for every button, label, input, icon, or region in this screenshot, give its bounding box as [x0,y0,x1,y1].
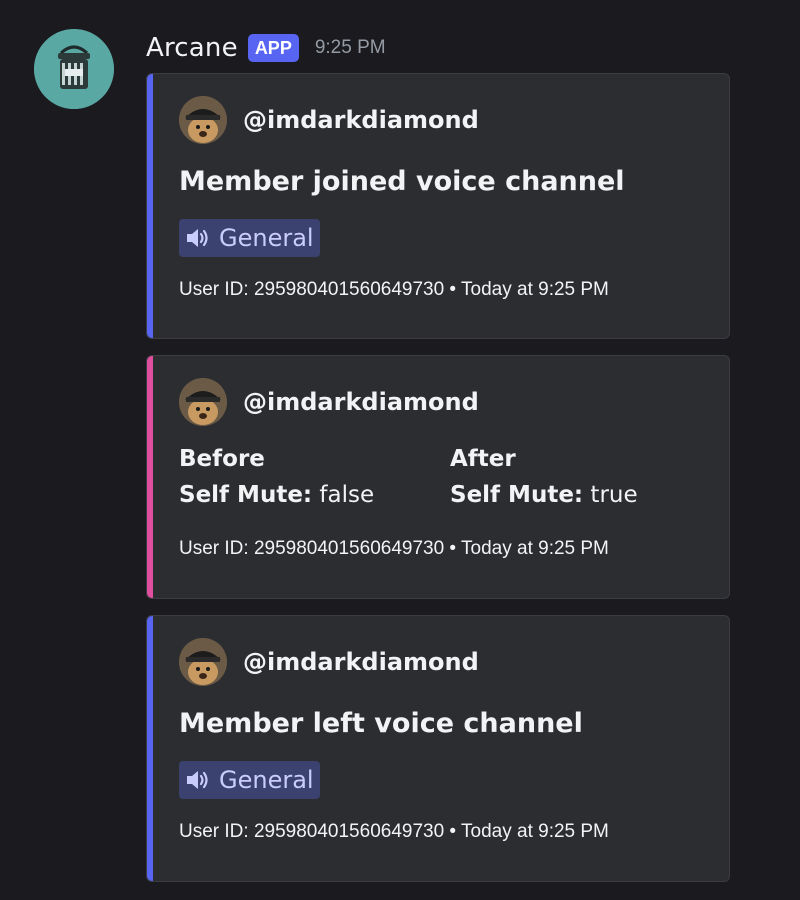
field-after-value: Self Mute: true [450,482,638,508]
field-after: After Self Mute: true [450,446,638,508]
message-header: Arcane APP 9:25 PM [146,30,386,66]
message-timestamp[interactable]: 9:25 PM [315,37,386,59]
arcane-logo-icon [34,29,114,109]
embed-color-stripe [147,74,153,338]
embed-author: @imdarkdiamond [179,378,479,426]
app-badge: APP [247,34,299,62]
field-before-label: Before [179,446,265,472]
embed-title: Member joined voice channel [179,166,625,197]
bot-name[interactable]: Arcane [146,33,238,63]
self-mute-key: Self Mute: [450,482,584,508]
embed-color-stripe [147,356,153,598]
channel-name: General [219,766,314,794]
field-after-label: After [450,446,516,472]
embed-author: @imdarkdiamond [179,96,479,144]
self-mute-key: Self Mute: [179,482,313,508]
author-name[interactable]: @imdarkdiamond [243,388,479,416]
field-before-value: Self Mute: false [179,482,374,508]
embed-color-stripe [147,616,153,881]
embed-voice-state-update: @imdarkdiamond Before Self Mute: false A… [146,355,730,599]
channel-name: General [219,224,314,252]
user-avatar-icon [179,96,227,144]
author-name[interactable]: @imdarkdiamond [243,106,479,134]
embed-author: @imdarkdiamond [179,638,479,686]
embed-footer: User ID: 295980401560649730 • Today at 9… [179,279,609,300]
embed-footer: User ID: 295980401560649730 • Today at 9… [179,821,609,842]
embed-member-left: @imdarkdiamond Member left voice channel… [146,615,730,882]
channel-mention[interactable]: General [179,219,320,257]
author-name[interactable]: @imdarkdiamond [243,648,479,676]
bot-avatar[interactable] [34,29,114,109]
self-mute-after-value: true [583,482,638,508]
speaker-icon [187,229,208,247]
channel-mention[interactable]: General [179,761,320,799]
embed-footer: User ID: 295980401560649730 • Today at 9… [179,538,609,559]
embed-member-joined: @imdarkdiamond Member joined voice chann… [146,73,730,339]
user-avatar-icon [179,378,227,426]
field-before: Before Self Mute: false [179,446,374,508]
author-avatar[interactable] [179,378,227,426]
self-mute-before-value: false [312,482,375,508]
author-avatar[interactable] [179,96,227,144]
author-avatar[interactable] [179,638,227,686]
embed-title: Member left voice channel [179,708,583,739]
speaker-icon [187,771,208,789]
user-avatar-icon [179,638,227,686]
